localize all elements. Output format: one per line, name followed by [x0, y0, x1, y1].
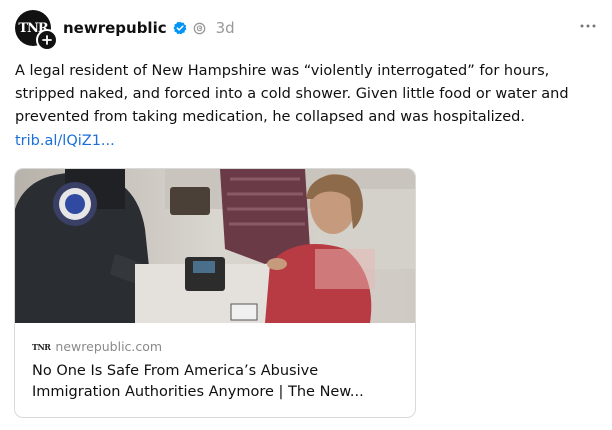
article-thumbnail-image[interactable] [15, 169, 415, 323]
site-favicon: TNR [32, 341, 51, 352]
card-source: TNR newrepublic.com [32, 339, 162, 354]
follow-button[interactable] [36, 29, 58, 51]
more-options-button[interactable] [576, 14, 600, 38]
post-timestamp: 3d [215, 19, 235, 37]
post-header: newrepublic 3d [63, 18, 235, 38]
post: TNR newrepublic 3d A legal resident of N… [0, 0, 612, 430]
avatar-container[interactable]: TNR [15, 10, 58, 51]
post-body-text: A legal resident of New Hampshire was “v… [15, 63, 569, 125]
verified-badge-icon [173, 21, 187, 35]
card-title[interactable]: No One Is Safe From America’s Abusive Im… [32, 361, 402, 403]
more-ellipsis-icon [580, 24, 596, 28]
plus-icon [42, 35, 52, 45]
card-domain: newrepublic.com [55, 339, 163, 354]
username[interactable]: newrepublic [63, 19, 167, 37]
threads-meta-icon [193, 22, 205, 34]
post-link[interactable]: trib.al/lQiZ1... [15, 133, 115, 149]
link-preview-card[interactable]: TNR newrepublic.com No One Is Safe From … [14, 168, 416, 418]
